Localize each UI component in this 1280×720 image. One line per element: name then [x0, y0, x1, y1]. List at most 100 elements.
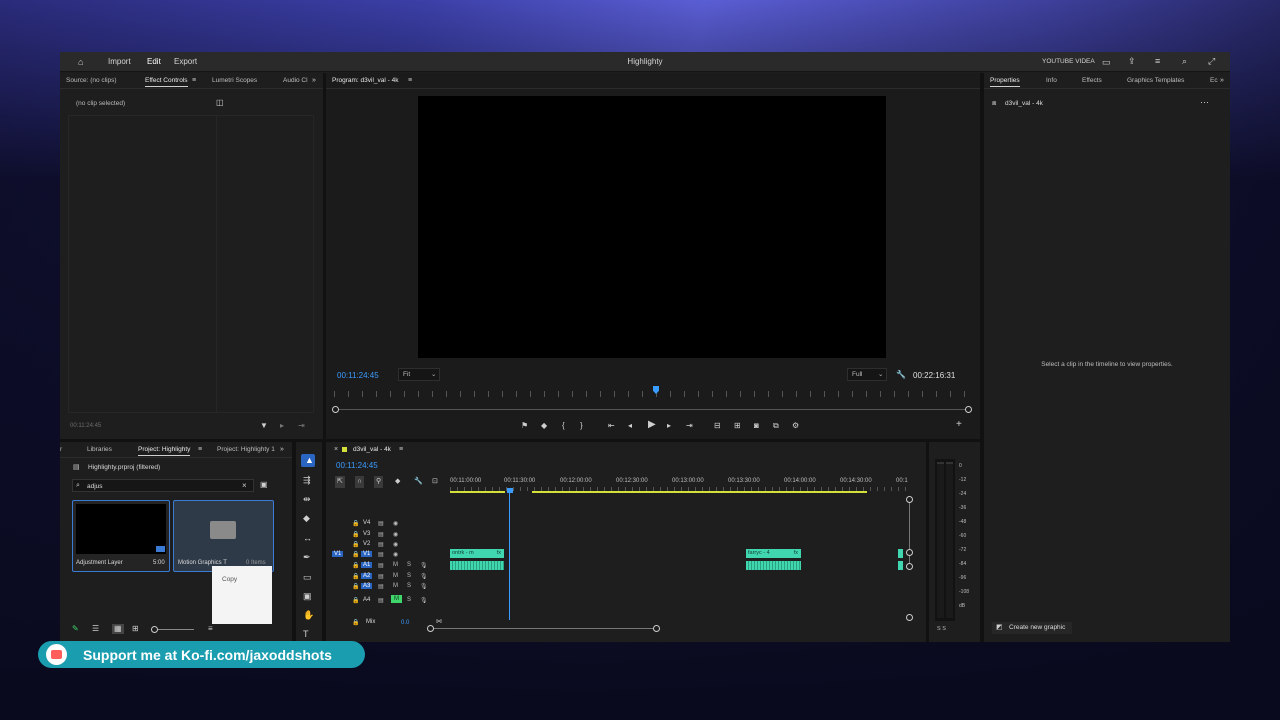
film-icon[interactable]: ▤: [378, 583, 384, 590]
mute-button[interactable]: M: [393, 562, 398, 568]
lock-icon[interactable]: 🔒: [352, 597, 359, 604]
icon-view-icon[interactable]: ▦: [112, 624, 124, 634]
tab-overflow[interactable]: r: [60, 446, 62, 453]
scroll-handle-right[interactable]: [653, 625, 660, 632]
tab-menu-icon[interactable]: ≡: [198, 445, 202, 455]
export-frame-icon[interactable]: ⇥: [298, 421, 305, 431]
film-icon[interactable]: ▤: [378, 573, 384, 580]
menu-item-copy[interactable]: Copy: [222, 576, 237, 583]
wrench-icon[interactable]: 🔧: [414, 477, 423, 487]
scroll-handle-left[interactable]: [332, 406, 339, 413]
step-forward-icon[interactable]: ▸: [667, 421, 671, 431]
lock-icon[interactable]: 🔒: [352, 562, 359, 569]
audio-clip[interactable]: [746, 561, 801, 570]
vertical-scrollbar[interactable]: [909, 499, 910, 569]
mic-icon[interactable]: 🎙: [420, 573, 428, 580]
timeline-timecode[interactable]: 00:11:24:45: [336, 461, 378, 470]
track-name[interactable]: A2: [361, 573, 373, 579]
project-item-adjustment-layer[interactable]: Adjustment Layer 5:00: [72, 500, 170, 572]
lock-icon[interactable]: 🔒: [352, 531, 359, 538]
sort-icon[interactable]: ≡: [208, 624, 213, 634]
search-icon[interactable]: ⌕: [1182, 56, 1187, 66]
scroll-handle[interactable]: [906, 614, 913, 621]
quality-select[interactable]: Full ⌄: [847, 368, 887, 381]
add-button-icon[interactable]: +: [956, 420, 962, 430]
eye-icon[interactable]: ◉: [393, 541, 398, 548]
mark-in-icon[interactable]: {: [562, 421, 565, 431]
kofi-banner[interactable]: Support me at Ko-fi.com/jaxoddshots: [38, 641, 365, 668]
slip-icon[interactable]: ↔: [303, 533, 312, 543]
panel-icon[interactable]: ▭: [1102, 57, 1111, 67]
create-new-graphic-button[interactable]: ◩ Create new graphic: [992, 622, 1072, 634]
clear-search-icon[interactable]: ×: [242, 481, 247, 491]
lock-icon[interactable]: 🔒: [352, 541, 359, 548]
zoom-slider[interactable]: [152, 629, 194, 630]
video-clip[interactable]: ontrk - m fx: [450, 549, 504, 558]
add-marker-icon[interactable]: ◆: [541, 421, 547, 431]
divider[interactable]: [322, 442, 326, 642]
film-icon[interactable]: ▤: [378, 551, 384, 558]
more-tabs-icon[interactable]: »: [312, 76, 316, 86]
menu-icon[interactable]: ≡: [1155, 56, 1160, 66]
track-name[interactable]: V1: [361, 551, 373, 557]
divider[interactable]: [60, 439, 980, 442]
audio-clip[interactable]: [450, 561, 504, 570]
tab-properties[interactable]: Properties: [990, 77, 1020, 87]
hand-icon[interactable]: ✋: [303, 610, 314, 620]
go-to-out-icon[interactable]: ⇥: [686, 421, 693, 431]
magnet-icon[interactable]: ∩: [355, 476, 365, 488]
scroll-handle[interactable]: [906, 549, 913, 556]
video-clip-edge[interactable]: [898, 549, 903, 558]
filter-icon[interactable]: ▼: [260, 421, 268, 431]
fit-select[interactable]: Fit ⌄: [398, 368, 440, 381]
mic-icon[interactable]: 🎙: [420, 597, 428, 604]
program-scroll[interactable]: [334, 409, 970, 410]
text-tool-icon[interactable]: T: [303, 629, 309, 639]
ripple-edit-icon[interactable]: ⇹: [303, 494, 311, 504]
settings-icon[interactable]: ⚙: [792, 421, 799, 431]
video-clip[interactable]: farryc - 4 fx: [746, 549, 801, 558]
solo-button[interactable]: S: [407, 562, 411, 568]
scroll-handle-right[interactable]: [965, 406, 972, 413]
razor-icon[interactable]: ◆: [303, 513, 310, 523]
play-icon[interactable]: ▶: [648, 420, 656, 430]
tab-project-highlighty[interactable]: Project: Highlighty: [138, 446, 191, 456]
lift-icon[interactable]: ⊟: [714, 421, 721, 431]
tab-audio-clip[interactable]: Audio Cl: [283, 77, 308, 84]
solo-button[interactable]: S: [407, 597, 411, 603]
program-timecode[interactable]: 00:11:24:45: [337, 371, 379, 380]
tab-info[interactable]: Info: [1046, 77, 1057, 84]
mark-out-icon[interactable]: }: [580, 421, 583, 431]
film-icon[interactable]: ▤: [378, 562, 384, 569]
lock-icon[interactable]: 🔒: [352, 551, 359, 558]
lock-icon[interactable]: 🔒: [352, 619, 359, 626]
mic-icon[interactable]: 🎙: [420, 562, 428, 569]
eye-icon[interactable]: ◉: [393, 531, 398, 538]
marker-icon[interactable]: ⚑: [521, 421, 528, 431]
film-icon[interactable]: ▤: [378, 597, 384, 604]
mute-button[interactable]: M: [393, 573, 398, 579]
tab-effects[interactable]: Effects: [1082, 77, 1102, 84]
audio-clip-edge[interactable]: [898, 561, 903, 570]
tab-sequence[interactable]: d3vil_val - 4k: [353, 446, 391, 453]
context-menu[interactable]: Copy: [212, 566, 272, 624]
source-patch-v1[interactable]: V1: [332, 551, 344, 557]
new-bin-icon[interactable]: ▣: [260, 480, 268, 490]
solo-button[interactable]: S: [407, 573, 411, 579]
project-item-motion-graphics[interactable]: Motion Graphics T 0 Items: [173, 500, 274, 572]
mute-button-active[interactable]: M: [391, 595, 402, 603]
workspace-label[interactable]: YOUTUBE VIDEA: [1042, 58, 1095, 65]
lock-icon[interactable]: 🔒: [352, 520, 359, 527]
step-back-icon[interactable]: ◂: [628, 421, 632, 431]
mix-jump-icon[interactable]: ⋈: [436, 618, 442, 625]
wrench-icon[interactable]: 🔧: [896, 370, 906, 380]
captions-icon[interactable]: ⊡: [432, 477, 438, 487]
go-to-in-icon[interactable]: ⇤: [608, 421, 615, 431]
film-icon[interactable]: ▤: [378, 520, 384, 527]
more-tabs-icon[interactable]: »: [1220, 76, 1224, 86]
pen-icon[interactable]: ✒: [303, 552, 311, 562]
program-ruler[interactable]: [334, 391, 970, 397]
track-select-icon[interactable]: ⇶: [303, 475, 311, 485]
scroll-handle[interactable]: [906, 496, 913, 503]
solo-button[interactable]: S: [407, 583, 411, 589]
